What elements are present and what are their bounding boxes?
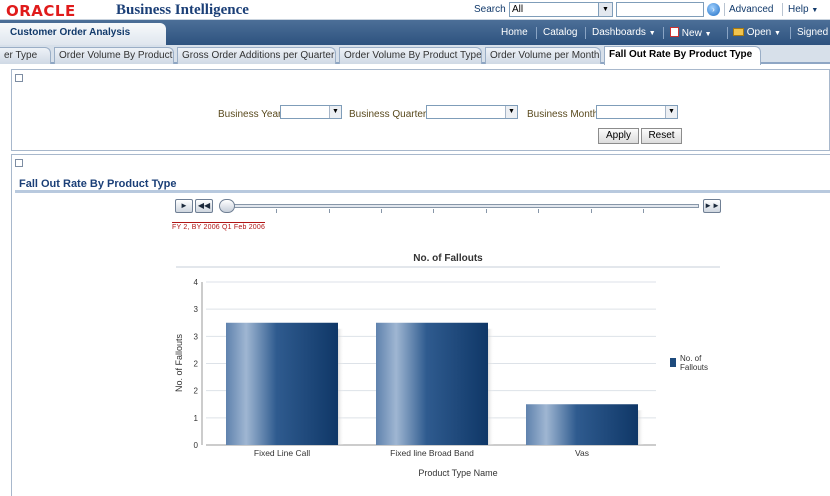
play-icon[interactable]: ►	[175, 199, 193, 213]
bar-shadow	[338, 328, 344, 445]
tab-fall-out-rate[interactable]: Fall Out Rate By Product Type	[604, 46, 761, 65]
tab-order-type[interactable]: er Type	[0, 47, 51, 64]
dashboard-bar: Customer Order Analysis Home Catalog Das…	[0, 20, 830, 45]
search-go-icon[interactable]: ›	[707, 3, 720, 16]
tab-order-volume-per-month[interactable]: Order Volume per Month	[485, 47, 601, 64]
y-axis-label: No. of Fallouts	[174, 333, 184, 392]
slider-thumb[interactable]	[219, 199, 235, 213]
search-input[interactable]	[616, 2, 704, 17]
report-title: Fall Out Rate By Product Type	[19, 178, 177, 190]
nav-new[interactable]: New ▼	[670, 27, 712, 39]
legend-label: No. of Fallouts	[680, 354, 708, 372]
apply-button[interactable]: Apply	[598, 128, 639, 144]
slider-tick	[643, 209, 644, 213]
x-tick-label: Fixed Line Call	[254, 448, 310, 458]
slider-tick	[591, 209, 592, 213]
slider-tick	[433, 209, 434, 213]
divider	[15, 190, 830, 193]
y-tick-label: 2	[194, 387, 199, 396]
chevron-down-icon: ▼	[329, 106, 341, 118]
business-month-label: Business Month	[527, 109, 599, 120]
nav-home[interactable]: Home	[501, 27, 528, 38]
bar-vas	[526, 404, 638, 445]
divider	[536, 27, 537, 39]
search-scope-value: All	[512, 4, 524, 15]
y-tick-label: 1	[194, 414, 199, 423]
chevron-down-icon: ▼	[811, 7, 819, 14]
collapse-icon[interactable]	[15, 74, 23, 82]
dashboard-tabs: er Type Order Volume By Product Gross Or…	[0, 45, 830, 65]
slider-tick	[329, 209, 330, 213]
nav-catalog[interactable]: Catalog	[543, 27, 577, 38]
y-axis-ticks: 0 1 2 2 3 3 4	[194, 278, 199, 450]
slider-value: FY 2, BY 2006 Q1 Feb 2006	[172, 222, 266, 231]
chart-bars	[226, 322, 644, 445]
x-axis-ticks: Fixed Line Call Fixed line Broad Band Vas	[254, 448, 589, 458]
new-icon	[670, 27, 679, 37]
advanced-link[interactable]: Advanced	[729, 4, 773, 15]
x-tick-label: Vas	[575, 448, 589, 458]
tab-gross-order-additions[interactable]: Gross Order Additions per Quarter	[177, 47, 336, 64]
business-year-label: Business Year	[218, 109, 282, 120]
chevron-down-icon: ▼	[505, 106, 517, 118]
tab-order-volume-by-product[interactable]: Order Volume By Product	[54, 47, 174, 64]
slider-tick	[486, 209, 487, 213]
tab-order-volume-by-product-type[interactable]: Order Volume By Product Type	[339, 47, 482, 64]
divider	[724, 3, 725, 16]
time-slider-track[interactable]	[221, 204, 699, 208]
slider-tick	[276, 209, 277, 213]
bar-shadow	[488, 328, 494, 445]
slider-tick	[381, 209, 382, 213]
chart-title: No. of Fallouts	[413, 253, 483, 264]
business-year-select[interactable]: ▼	[280, 105, 342, 119]
y-tick-label: 0	[194, 441, 199, 450]
fallout-bar-chart: No. of Fallouts 0122334 Fixed Line Call F…	[174, 253, 720, 478]
divider	[727, 27, 728, 39]
slider-tick	[538, 209, 539, 213]
step-back-icon[interactable]: ◀◀	[195, 199, 213, 213]
folder-icon	[733, 28, 744, 36]
business-quarter-select[interactable]: ▼	[426, 105, 518, 119]
search-scope-select[interactable]: All ▼	[509, 2, 613, 17]
oracle-logo: ORACLE	[6, 2, 76, 20]
nav-new-label: New	[681, 28, 702, 39]
nav-dashboards[interactable]: Dashboards ▼	[592, 27, 656, 38]
divider	[790, 27, 791, 39]
nav-signed-in[interactable]: Signed	[797, 27, 828, 38]
top-bar: ORACLE Business Intelligence Search All …	[0, 0, 830, 20]
chevron-down-icon: ▼	[774, 30, 781, 37]
business-month-select[interactable]: ▼	[596, 105, 678, 119]
nav-open[interactable]: Open ▼	[733, 27, 781, 38]
reset-button[interactable]: Reset	[641, 128, 682, 144]
y-tick-label: 4	[194, 278, 199, 287]
bar-fixed-line-call	[226, 322, 338, 445]
y-tick-label: 3	[194, 332, 199, 341]
x-tick-label: Fixed line Broad Band	[390, 448, 474, 458]
divider	[663, 27, 664, 39]
help-label: Help	[788, 4, 809, 15]
nav-open-label: Open	[746, 27, 772, 38]
chevron-down-icon: ▼	[665, 106, 677, 118]
x-axis-label: Product Type Name	[418, 468, 497, 478]
product-name: Business Intelligence	[116, 2, 249, 18]
chevron-down-icon: ▼	[648, 30, 656, 37]
divider	[585, 27, 586, 39]
y-tick-label: 2	[194, 360, 199, 369]
bar-fixed-line-broad-band	[376, 322, 488, 445]
search-label: Search	[474, 4, 506, 15]
legend-swatch	[670, 358, 676, 367]
help-menu[interactable]: Help ▼	[788, 4, 818, 15]
bar-shadow	[638, 410, 644, 445]
chevron-down-icon: ▼	[704, 31, 712, 38]
dashboard-title: Customer Order Analysis	[0, 23, 166, 45]
y-tick-label: 3	[194, 305, 199, 314]
step-forward-icon[interactable]: ►►	[703, 199, 721, 213]
collapse-icon[interactable]	[15, 159, 23, 167]
chevron-down-icon[interactable]: ▼	[598, 3, 612, 16]
nav-dashboards-label: Dashboards	[592, 27, 646, 38]
divider	[782, 3, 783, 16]
business-quarter-label: Business Quarter	[349, 109, 427, 120]
